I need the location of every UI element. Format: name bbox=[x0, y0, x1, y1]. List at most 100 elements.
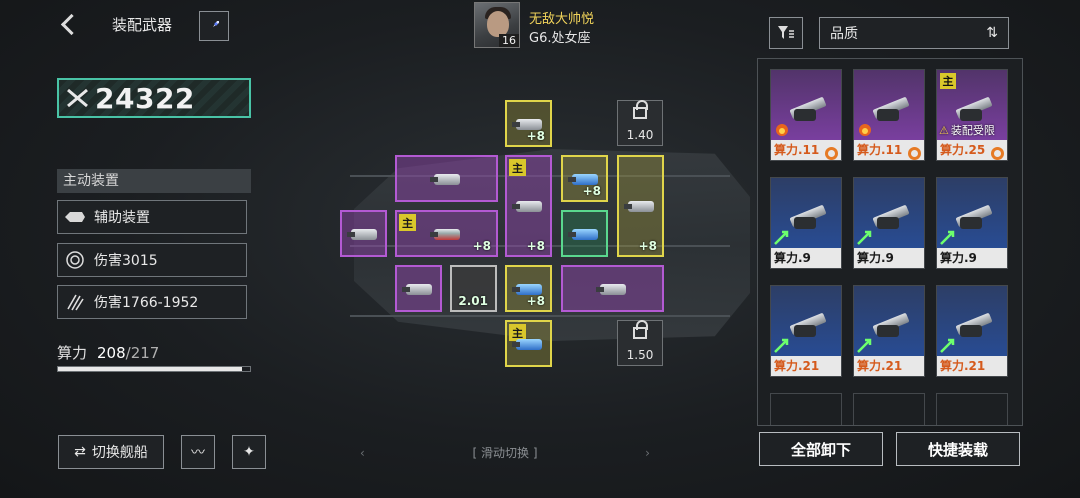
capacity-current: 208 bbox=[97, 344, 126, 362]
inventory-card[interactable] bbox=[936, 393, 1008, 425]
weapon-icon bbox=[595, 278, 630, 300]
weapon-slot[interactable] bbox=[561, 210, 608, 257]
chevron-right-icon: › bbox=[645, 445, 650, 460]
capacity-label: 算力 bbox=[57, 344, 88, 362]
commander-level: 16 bbox=[499, 34, 519, 47]
ship-skin-button[interactable] bbox=[199, 11, 229, 41]
weapon-icon bbox=[401, 278, 436, 300]
card-power: 算力.9 bbox=[854, 248, 924, 268]
cannon-icon bbox=[867, 307, 911, 337]
inventory-card[interactable] bbox=[853, 393, 925, 425]
stat-label: 伤害1766-1952 bbox=[94, 295, 199, 311]
inventory-card[interactable]: 算力.9 bbox=[770, 177, 842, 269]
filter-button[interactable] bbox=[769, 17, 803, 49]
weapon-slot[interactable] bbox=[395, 265, 442, 312]
inventory-card[interactable]: 算力.21 bbox=[936, 285, 1008, 377]
swipe-label: [ 滑动切换 ] bbox=[472, 446, 538, 460]
lock-value: 1.40 bbox=[626, 128, 654, 142]
weapon-slot[interactable]: 主 +8 bbox=[395, 210, 498, 257]
arrow-icon bbox=[773, 336, 791, 354]
main-tag: 主 bbox=[940, 73, 956, 89]
locked-slot[interactable]: 1.50 bbox=[617, 320, 663, 366]
stat-label: 辅助装置 bbox=[94, 210, 150, 226]
switch-ship-label: 切换舰船 bbox=[91, 445, 148, 461]
stat-damage-2[interactable]: 伤害1766-1952 bbox=[57, 285, 247, 319]
inventory-card[interactable]: 算力.11 bbox=[853, 69, 925, 161]
inventory-card[interactable]: 算力.9 bbox=[853, 177, 925, 269]
upgrade-level: +8 bbox=[472, 239, 491, 253]
upgrade-level: +8 bbox=[582, 184, 601, 198]
weapon-slot[interactable] bbox=[561, 265, 664, 312]
combat-power-value: 24322 bbox=[95, 81, 195, 115]
card-power: 算力.9 bbox=[771, 248, 841, 268]
sort-select[interactable]: 品质 ⇅ bbox=[819, 17, 1009, 49]
inventory-panel[interactable]: 算力.11 算力.11 主 ⚠ 装配受限 算力.25 算力.9 算力.9 算力.9 算力.21 算力… bbox=[757, 58, 1023, 426]
inventory-card[interactable]: 算力.21 bbox=[770, 285, 842, 377]
weapon-icon bbox=[429, 223, 464, 245]
wave-button[interactable]: 〰 bbox=[181, 435, 215, 469]
locked-weapon-slot[interactable]: 2.01 bbox=[450, 265, 497, 312]
capacity-fill bbox=[58, 367, 242, 371]
inventory-card[interactable]: 算力.21 bbox=[853, 285, 925, 377]
crossed-swords-icon bbox=[67, 88, 88, 108]
gear-icon bbox=[825, 147, 838, 160]
weapon-icon bbox=[511, 333, 546, 355]
arrow-icon bbox=[856, 228, 874, 246]
gear-icon bbox=[991, 147, 1004, 160]
weapon-slot[interactable]: +8 bbox=[505, 265, 552, 312]
switch-ship-button[interactable]: ⇄ 切换舰船 bbox=[58, 435, 164, 469]
unload-all-button[interactable]: 全部卸下 bbox=[759, 432, 883, 466]
stat-label: 伤害3015 bbox=[94, 253, 158, 269]
commander-avatar[interactable]: 16 bbox=[474, 2, 520, 48]
warning-icon: ⚠ bbox=[939, 123, 949, 137]
weapon-icon bbox=[346, 223, 381, 245]
filter-icon bbox=[778, 26, 794, 39]
inventory-card[interactable]: 算力.9 bbox=[936, 177, 1008, 269]
inventory-card[interactable] bbox=[770, 393, 842, 425]
cannon-icon bbox=[950, 91, 994, 121]
inventory-card[interactable]: 主 ⚠ 装配受限 算力.25 bbox=[936, 69, 1008, 161]
combat-power: 24322 bbox=[57, 78, 251, 118]
swap-icon: ⇄ bbox=[74, 444, 86, 460]
back-button[interactable] bbox=[58, 12, 84, 38]
claw-icon bbox=[64, 291, 86, 313]
capacity-bar bbox=[57, 366, 251, 372]
locked-slot[interactable]: 1.40 bbox=[617, 100, 663, 146]
wave-icon: 〰 bbox=[191, 445, 205, 461]
weapon-slot[interactable]: +8 bbox=[561, 155, 608, 202]
chevron-left-icon: ‹ bbox=[360, 445, 365, 460]
sort-label: 品质 bbox=[830, 26, 858, 42]
weapon-slot[interactable]: +8 bbox=[505, 100, 552, 147]
weapon-icon bbox=[511, 195, 546, 217]
stat-auxiliary[interactable]: 辅助装置 bbox=[57, 200, 247, 234]
inventory-card[interactable]: 算力.11 bbox=[770, 69, 842, 161]
swipe-text: 滑动切换 bbox=[480, 446, 529, 460]
cannon-icon bbox=[867, 91, 911, 121]
fleet-icon: ✦ bbox=[243, 444, 255, 460]
fleet-button[interactable]: ✦ bbox=[232, 435, 266, 469]
stat-damage-1[interactable]: 伤害3015 bbox=[57, 243, 247, 277]
weapon-slot[interactable] bbox=[395, 155, 498, 202]
cannon-icon bbox=[867, 199, 911, 229]
cannon-icon bbox=[950, 199, 994, 229]
weapon-icon bbox=[567, 223, 602, 245]
arrow-icon bbox=[773, 228, 791, 246]
quick-equip-button[interactable]: 快捷装载 bbox=[896, 432, 1020, 466]
page-title: 装配武器 bbox=[112, 16, 173, 34]
card-power: 算力.21 bbox=[854, 356, 924, 376]
fire-icon bbox=[856, 120, 874, 138]
weapon-slot[interactable] bbox=[340, 210, 387, 257]
arrow-icon bbox=[939, 336, 957, 354]
weapon-slot[interactable]: 主 +8 bbox=[505, 155, 552, 257]
lock-icon bbox=[633, 100, 648, 119]
lock-value: 1.50 bbox=[626, 348, 654, 362]
target-icon bbox=[64, 249, 86, 271]
weapon-slot[interactable]: +8 bbox=[617, 155, 664, 257]
weapon-slot[interactable]: 主 bbox=[505, 320, 552, 367]
rocket-icon bbox=[209, 21, 219, 31]
lock-icon bbox=[633, 320, 648, 339]
card-power: 算力.21 bbox=[937, 356, 1007, 376]
card-power: 算力.21 bbox=[771, 356, 841, 376]
card-power: 算力.9 bbox=[937, 248, 1007, 268]
commander-name: 无敌大帅悦 bbox=[529, 12, 595, 27]
